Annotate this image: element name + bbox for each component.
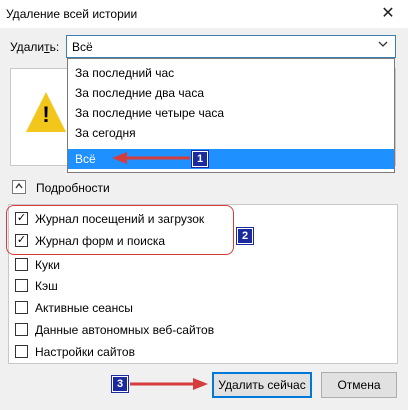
checkbox-label: Данные автономных веб-сайтов xyxy=(35,323,215,337)
cancel-button[interactable]: Отмена xyxy=(321,372,397,398)
delete-range-label: Удалить: xyxy=(10,40,60,54)
close-icon[interactable]: ✕ xyxy=(374,3,402,25)
dropdown-option[interactable]: За сегодня xyxy=(68,123,394,143)
time-range-value: Всё xyxy=(72,40,93,54)
dropdown-option[interactable]: За последние два часа xyxy=(68,83,394,103)
checkbox-offline-data[interactable] xyxy=(15,323,28,336)
checkbox-label: Настройки сайтов xyxy=(35,345,135,359)
checkbox-sessions[interactable] xyxy=(15,301,28,314)
annotation-badge: 1 xyxy=(192,151,208,167)
time-range-select[interactable]: Всё xyxy=(66,35,396,58)
dropdown-option[interactable]: За последние четыре часа xyxy=(68,103,394,123)
checkbox-cache[interactable] xyxy=(15,279,28,292)
checkbox-row-cache[interactable]: Кэш xyxy=(9,276,397,296)
arrow-right-icon xyxy=(193,378,208,390)
checkbox-label: Куки xyxy=(35,258,60,272)
details-toggle-button[interactable] xyxy=(12,180,26,194)
checkbox-label: Кэш xyxy=(35,279,58,293)
checkbox-row-site-settings[interactable]: Настройки сайтов xyxy=(9,342,397,362)
details-label: Подробности xyxy=(36,181,110,195)
chevron-up-icon xyxy=(15,182,23,189)
title-bar: Удаление всей истории ✕ xyxy=(0,0,408,28)
annotation-badge: 3 xyxy=(112,376,128,392)
checkbox-row-offline[interactable]: Данные автономных веб-сайтов xyxy=(9,320,397,340)
checkbox-cookies[interactable] xyxy=(15,258,28,271)
annotation-highlight xyxy=(6,205,234,255)
checkbox-label: Активные сеансы xyxy=(35,301,133,315)
time-range-dropdown: За последний час За последние два часа З… xyxy=(67,58,395,173)
window-title: Удаление всей истории xyxy=(6,7,138,21)
chevron-down-icon[interactable] xyxy=(377,38,389,53)
dropdown-option[interactable]: За последний час xyxy=(68,63,394,83)
dropdown-option-selected[interactable]: Всё xyxy=(68,149,394,169)
warning-exclamation: ! xyxy=(42,102,50,127)
clear-now-button[interactable]: Удалить сейчас xyxy=(212,372,312,398)
annotation-badge: 2 xyxy=(237,228,253,244)
checkbox-row-sessions[interactable]: Активные сеансы xyxy=(9,298,397,318)
checkbox-site-settings[interactable] xyxy=(15,345,28,358)
checkbox-row-cookies[interactable]: Куки xyxy=(9,255,397,275)
